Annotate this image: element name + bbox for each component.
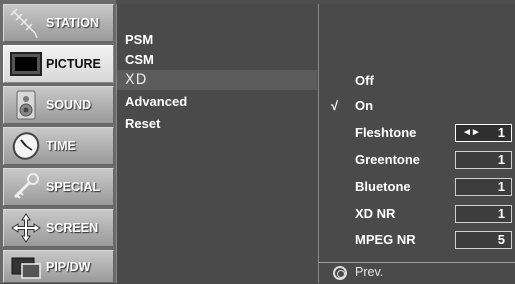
pip-windows-icon <box>8 250 44 284</box>
menu-item-advanced[interactable]: Advanced <box>117 92 317 112</box>
menu-item-label: PSM <box>125 32 154 47</box>
xd-submenu: Off √ On Fleshtone ◄► 1 Greentone 1 Blue… <box>318 4 515 283</box>
setting-mpeg-nr[interactable]: MPEG NR 5 <box>319 229 515 251</box>
value-text: 1 <box>497 179 505 194</box>
tab-station[interactable]: STATION <box>3 4 114 42</box>
move-arrows-icon <box>8 211 44 245</box>
osd-menu-screen: STATION PICTURE SOUND TIME SPECIAL SCREE… <box>0 0 515 283</box>
setting-bluetone[interactable]: Bluetone 1 <box>319 176 515 198</box>
menu-item-csm[interactable]: CSM <box>117 50 317 70</box>
setting-label: Greentone <box>355 152 421 167</box>
setting-label: Bluetone <box>355 179 411 194</box>
bluetone-value[interactable]: 1 <box>455 178 512 196</box>
ok-button-icon <box>333 266 347 280</box>
value-text: 1 <box>497 206 505 221</box>
fleshtone-value[interactable]: ◄► 1 <box>455 124 512 142</box>
speaker-icon <box>8 88 44 122</box>
tab-special[interactable]: SPECIAL <box>3 168 114 206</box>
xd-nr-value[interactable]: 1 <box>455 205 512 223</box>
setting-label: Fleshtone <box>355 125 417 140</box>
key-icon <box>8 170 44 204</box>
setting-greentone[interactable]: Greentone 1 <box>319 149 515 171</box>
clock-icon <box>8 129 44 163</box>
menu-item-label: Advanced <box>125 94 188 109</box>
prev-footer[interactable]: Prev. <box>319 262 515 284</box>
option-off[interactable]: Off <box>319 70 515 92</box>
tab-pip-dw[interactable]: PIP/DW <box>3 250 114 283</box>
value-text: 1 <box>497 152 505 167</box>
picture-menu: PSM CSM XD Advanced Reset <box>116 4 317 283</box>
tab-picture[interactable]: PICTURE <box>3 45 114 83</box>
tab-time[interactable]: TIME <box>3 127 114 165</box>
option-label: On <box>355 98 374 113</box>
option-label: Off <box>355 73 374 88</box>
value-text: 5 <box>497 232 505 247</box>
setting-fleshtone[interactable]: Fleshtone ◄► 1 <box>319 122 515 144</box>
tab-label: SCREEN <box>46 221 99 235</box>
xd-logo: XD <box>125 72 148 88</box>
antenna-icon <box>8 6 44 40</box>
option-on[interactable]: √ On <box>319 95 515 117</box>
left-right-arrows-icon: ◄► <box>462 127 481 138</box>
checkmark-icon: √ <box>331 98 339 113</box>
menu-item-xd[interactable]: XD <box>117 70 317 90</box>
menu-item-psm[interactable]: PSM <box>117 30 317 50</box>
tab-sound[interactable]: SOUND <box>3 86 114 124</box>
mpeg-nr-value[interactable]: 5 <box>455 231 512 249</box>
menu-item-label: CSM <box>125 52 154 67</box>
value-text: 1 <box>497 125 505 140</box>
category-sidebar: STATION PICTURE SOUND TIME SPECIAL SCREE… <box>0 0 116 283</box>
menu-item-label: Reset <box>125 116 161 131</box>
tab-label: SPECIAL <box>46 180 101 194</box>
tab-label: PICTURE <box>46 57 101 71</box>
tab-screen[interactable]: SCREEN <box>3 209 114 247</box>
prev-label: Prev. <box>355 265 384 279</box>
tab-label: SOUND <box>46 98 92 112</box>
tab-label: PIP/DW <box>46 259 91 274</box>
tab-label: STATION <box>46 16 100 30</box>
setting-xd-nr[interactable]: XD NR 1 <box>319 203 515 225</box>
greentone-value[interactable]: 1 <box>455 151 512 169</box>
setting-label: XD NR <box>355 206 396 221</box>
setting-label: MPEG NR <box>355 232 416 247</box>
tv-screen-icon <box>8 47 44 81</box>
tab-label: TIME <box>46 139 76 153</box>
menu-item-reset[interactable]: Reset <box>117 114 317 134</box>
